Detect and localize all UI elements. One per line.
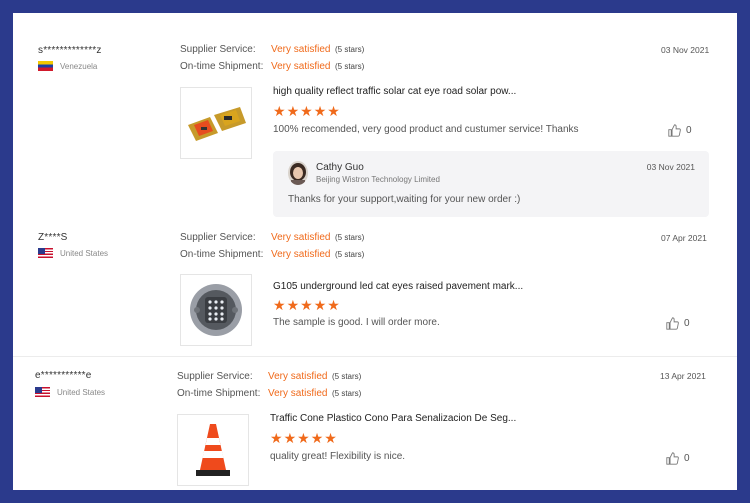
star-icon: ★ — [286, 103, 300, 119]
solar-road-stud-image — [188, 107, 246, 141]
review-date: 07 Apr 2021 — [661, 233, 707, 243]
review-stars: ★ ★ ★ ★ ★ — [270, 431, 337, 445]
country-label: Venezuela — [60, 61, 98, 71]
product-title-link[interactable]: high quality reflect traffic solar cat e… — [273, 86, 516, 97]
buyer-country: United States — [35, 387, 105, 397]
thumbs-up-icon — [666, 317, 679, 330]
on-time-shipment-rating: On-time Shipment: Very satisfied (5 star… — [177, 388, 362, 399]
review-comment: quality great! Flexibility is nice. — [270, 451, 406, 462]
product-title-link[interactable]: Traffic Cone Plastico Cono Para Senaliza… — [270, 413, 516, 424]
star-icon: ★ — [270, 430, 283, 446]
star-icon: ★ — [310, 430, 324, 446]
on-time-shipment-rating: On-time Shipment: Very satisfied (5 star… — [180, 249, 365, 260]
buyer-name: e***********e — [35, 370, 92, 381]
supplier-service-rating: Supplier Service: Very satisfied (5 star… — [180, 44, 365, 55]
star-icon: ★ — [300, 297, 313, 313]
star-icon: ★ — [313, 297, 327, 313]
review-comment: The sample is good. I will order more. — [273, 317, 440, 328]
like-button[interactable]: 0 — [666, 317, 690, 330]
buyer-name: s*************z — [38, 45, 102, 56]
star-icon: ★ — [300, 103, 313, 119]
buyer-country: Venezuela — [38, 61, 97, 71]
traffic-cone-image — [196, 424, 230, 476]
buyer-country: United States — [38, 248, 108, 258]
buyer-name: Z****S — [38, 232, 68, 243]
product-title-link[interactable]: G105 underground led cat eyes raised pav… — [273, 281, 523, 292]
united-states-flag-icon — [35, 387, 50, 397]
on-time-shipment-rating: On-time Shipment: Very satisfied (5 star… — [180, 61, 365, 72]
star-icon: ★ — [297, 430, 310, 446]
review-item: Z****S United States Supplier Service: V… — [13, 219, 737, 357]
venezuela-flag-icon — [38, 61, 53, 71]
like-count: 0 — [686, 125, 692, 136]
star-icon: ★ — [327, 103, 340, 119]
star-icon: ★ — [283, 430, 297, 446]
like-button[interactable]: 0 — [666, 452, 690, 465]
star-icon: ★ — [286, 297, 300, 313]
star-icon: ★ — [273, 103, 286, 119]
reply-author: Cathy Guo — [316, 162, 364, 173]
review-item: e***********e United States Supplier Ser… — [13, 357, 737, 490]
reply-company: Beijing Wistron Technology Limited — [316, 175, 440, 184]
supplier-service-rating: Supplier Service: Very satisfied (5 star… — [177, 371, 362, 382]
star-icon: ★ — [273, 297, 286, 313]
supplier-service-rating: Supplier Service: Very satisfied (5 star… — [180, 232, 365, 243]
star-icon: ★ — [324, 430, 337, 446]
like-count: 0 — [684, 453, 690, 464]
review-stars: ★ ★ ★ ★ ★ — [273, 104, 340, 118]
product-image[interactable] — [180, 274, 252, 346]
product-image[interactable] — [180, 87, 252, 159]
reply-date: 03 Nov 2021 — [646, 162, 695, 172]
review-comment: 100% recomended, very good product and c… — [273, 124, 579, 135]
thumbs-up-icon — [666, 452, 679, 465]
review-item: s*************z Venezuela Supplier Servi… — [13, 13, 737, 223]
reply-text: Thanks for your support,waiting for your… — [288, 194, 521, 205]
reviews-panel: s*************z Venezuela Supplier Servi… — [13, 13, 737, 490]
review-date: 13 Apr 2021 — [660, 371, 706, 381]
review-stars: ★ ★ ★ ★ ★ — [273, 298, 340, 312]
star-icon: ★ — [327, 297, 340, 313]
product-image[interactable] — [177, 414, 249, 486]
like-button[interactable]: 0 — [668, 124, 692, 137]
led-cat-eye-image — [190, 284, 242, 336]
country-label: United States — [60, 248, 109, 258]
thumbs-up-icon — [668, 124, 681, 137]
country-label: United States — [57, 387, 106, 397]
avatar — [288, 161, 308, 185]
review-date: 03 Nov 2021 — [661, 45, 710, 55]
star-icon: ★ — [313, 103, 327, 119]
like-count: 0 — [684, 318, 690, 329]
supplier-reply: Cathy Guo Beijing Wistron Technology Lim… — [273, 151, 709, 217]
united-states-flag-icon — [38, 248, 53, 258]
